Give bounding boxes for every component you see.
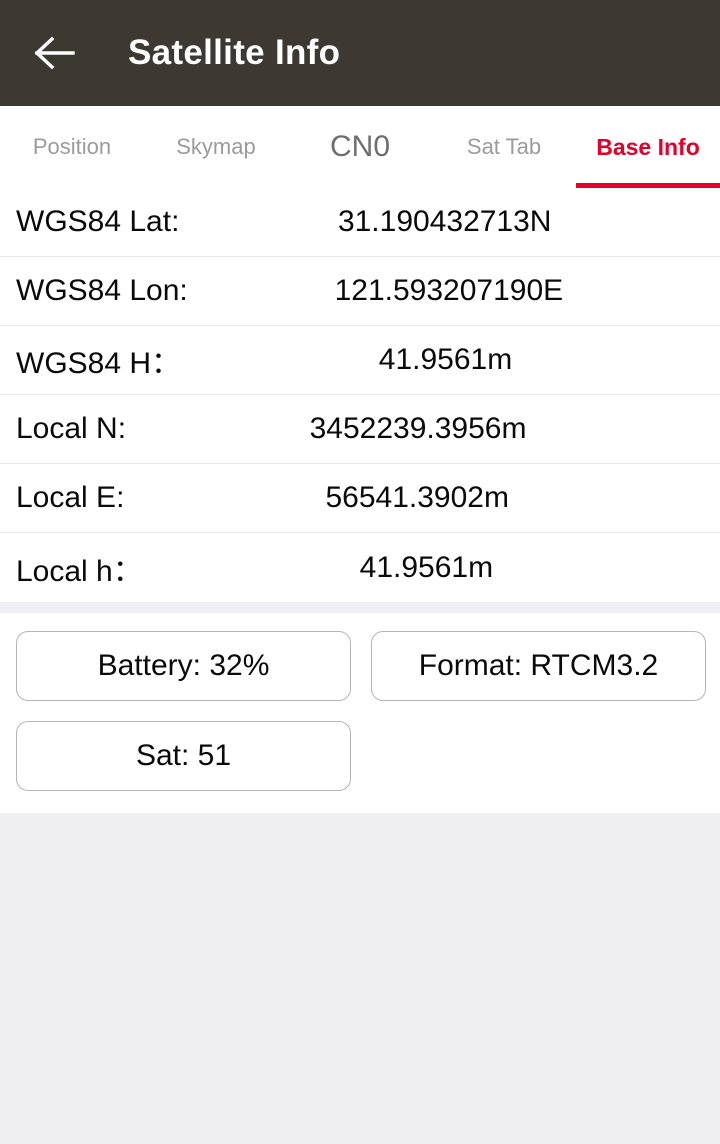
info-label: Local N: (16, 412, 127, 445)
info-row-local-e: Local E: 56541.3902m (0, 464, 720, 533)
tab-sat-tab[interactable]: Sat Tab (432, 106, 576, 188)
tab-base-info[interactable]: Base Info (576, 106, 720, 188)
page-title: Satellite Info (128, 33, 341, 72)
info-value: 31.190432713N (337, 205, 552, 238)
status-chip-row-2: Sat: 51 (0, 721, 720, 791)
tab-position[interactable]: Position (0, 106, 144, 188)
info-row-local-n: Local N: 3452239.3956m (0, 395, 720, 464)
format-status-chip[interactable]: Format: RTCM3.2 (371, 631, 706, 701)
tab-base-info-label: Base Info (596, 133, 700, 160)
info-label: WGS84 Lat: (16, 205, 180, 238)
tab-cn0[interactable]: CN0 (288, 106, 432, 188)
info-value: 56541.3902m (325, 481, 509, 514)
info-label: Local E: (16, 481, 125, 514)
info-label: WGS84 H： (16, 347, 182, 380)
status-chip-area: Battery: 32% Format: RTCM3.2 Sat: 51 (0, 613, 720, 813)
battery-status-chip[interactable]: Battery: 32% (16, 631, 351, 701)
tab-skymap-label: Skymap (176, 134, 256, 159)
info-row-wgs84-lon: WGS84 Lon: 121.593207190E (0, 257, 720, 326)
info-value: 41.9561m (359, 550, 494, 584)
info-value: 121.593207190E (334, 274, 564, 307)
tab-bar: Position Skymap CN0 Sat Tab Base Info (0, 106, 720, 188)
status-chip-row-1: Battery: 32% Format: RTCM3.2 (0, 631, 720, 701)
tab-active-indicator (576, 183, 720, 188)
empty-content-area (0, 813, 720, 1144)
section-separator (0, 602, 720, 613)
tab-position-label: Position (32, 134, 112, 159)
info-value: 3452239.3956m (309, 412, 527, 445)
satellite-count-chip[interactable]: Sat: 51 (16, 721, 351, 791)
back-button[interactable] (26, 24, 84, 82)
tab-skymap[interactable]: Skymap (144, 106, 288, 188)
info-value: 41.9561m (378, 343, 513, 376)
tab-sat-tab-label: Sat Tab (466, 134, 542, 159)
base-info-list: WGS84 Lat: 31.190432713N WGS84 Lon: 121.… (0, 188, 720, 602)
info-row-wgs84-h: WGS84 H： 41.9561m (0, 326, 720, 395)
satellite-info-screen: Satellite Info Position Skymap CN0 Sat T… (0, 0, 720, 1144)
info-label: WGS84 Lon: (16, 274, 188, 307)
tab-cn0-label: CN0 (329, 130, 390, 163)
info-row-local-h: Local h： 41.9561m (0, 533, 720, 602)
info-label: Local h： (16, 554, 143, 588)
info-row-wgs84-lat: WGS84 Lat: 31.190432713N (0, 188, 720, 257)
app-header: Satellite Info (0, 0, 720, 106)
arrow-left-icon (34, 36, 76, 70)
